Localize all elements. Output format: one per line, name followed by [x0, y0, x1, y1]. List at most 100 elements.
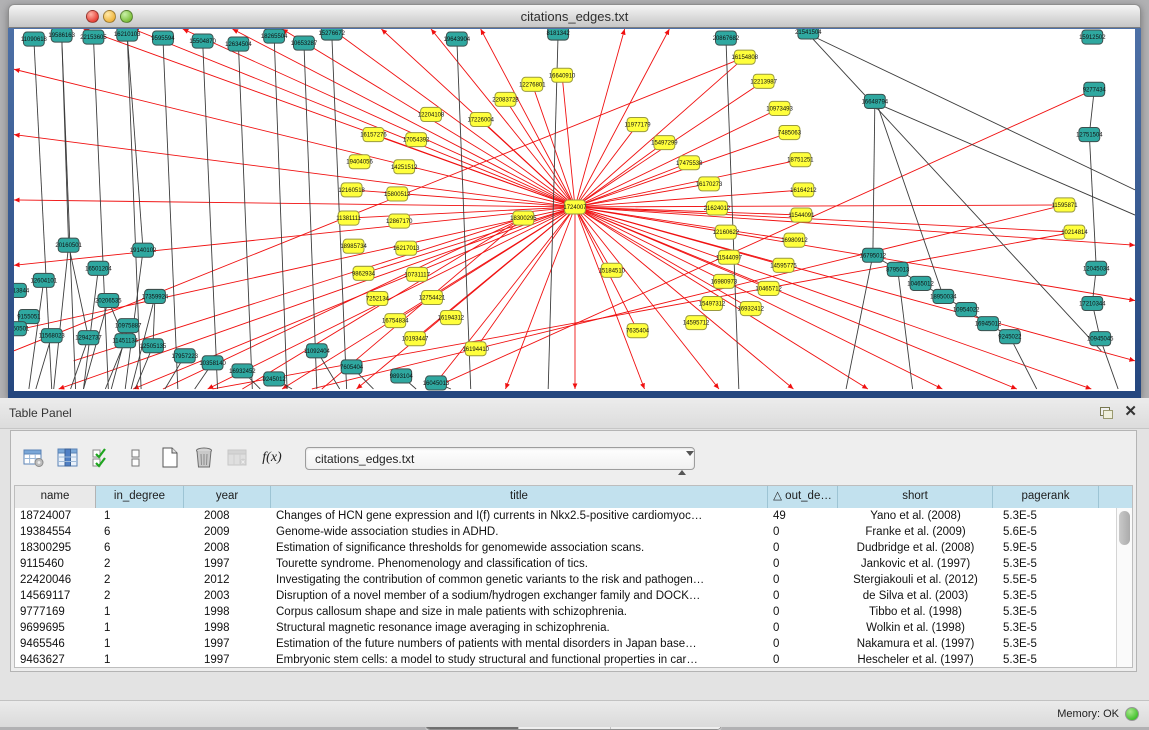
graph-node[interactable]: 15497312	[699, 296, 726, 310]
column-header-pagerank[interactable]: pagerank	[993, 486, 1099, 508]
window-titlebar[interactable]: citations_edges.txt	[8, 4, 1141, 28]
graph-node[interactable]: 10193447	[402, 332, 429, 346]
graph-node[interactable]: 12754421	[419, 290, 446, 304]
graph-node[interactable]: 9277434	[1083, 82, 1107, 96]
graph-node[interactable]: 16217013	[393, 241, 420, 255]
table-vertical-scrollbar[interactable]	[1116, 508, 1132, 667]
graph-node[interactable]: 17359924	[142, 289, 169, 303]
graph-node[interactable]: 18985734	[340, 239, 367, 253]
graph-node[interactable]: 20160501	[55, 238, 82, 252]
graph-node[interactable]: 20913844	[14, 283, 30, 297]
show-columns-icon[interactable]	[53, 443, 83, 473]
graph-node[interactable]: 12942737	[75, 331, 102, 345]
graph-node[interactable]: 16170273	[696, 177, 723, 191]
delete-column-icon[interactable]	[189, 443, 219, 473]
close-panel-icon[interactable]: ✕	[1124, 404, 1137, 420]
function-builder-icon[interactable]: f(x)	[257, 443, 287, 473]
graph-node[interactable]: 12276801	[519, 77, 546, 91]
graph-node[interactable]: 17054392	[403, 133, 430, 147]
graph-node[interactable]: 12751504	[1076, 128, 1103, 142]
graph-node[interactable]: 21541504	[795, 29, 822, 39]
float-panel-icon[interactable]	[1100, 407, 1113, 419]
graph-node[interactable]: 11544097	[716, 250, 743, 264]
graph-node[interactable]: 11568023	[39, 329, 66, 343]
graph-node[interactable]: 12213987	[750, 74, 777, 88]
row-list-icon[interactable]	[121, 443, 151, 473]
column-header-title[interactable]: title	[271, 486, 768, 508]
column-header-name[interactable]: name	[15, 486, 96, 508]
graph-node[interactable]: 19586163	[48, 29, 75, 42]
graph-node[interactable]: 16157276	[360, 128, 387, 142]
graph-node[interactable]: 16045013	[423, 376, 450, 390]
graph-node[interactable]: 7485063	[778, 126, 802, 140]
graph-node[interactable]: 10945045	[1087, 332, 1114, 346]
graph-node[interactable]: 20206535	[95, 293, 122, 307]
graph-node[interactable]: 14595775	[770, 258, 797, 272]
graph-node[interactable]: 16945012	[975, 317, 1002, 331]
graph-node[interactable]: 16164212	[790, 183, 817, 197]
table-selector-dropdown[interactable]: citations_edges.txt	[305, 447, 695, 470]
graph-node[interactable]: 1724007	[563, 200, 587, 214]
column-header-year[interactable]: year	[184, 486, 271, 508]
column-header-short[interactable]: short	[838, 486, 993, 508]
table-row[interactable]: 1872400712008Changes of HCN gene express…	[15, 508, 1116, 524]
graph-node[interactable]: 10954022	[953, 303, 980, 317]
graph-node[interactable]: 11451134	[112, 334, 138, 348]
table-row[interactable]: 1938455462009Genome-wide association stu…	[15, 524, 1116, 540]
graph-node[interactable]: 18300295	[510, 211, 537, 225]
graph-node[interactable]: 7605404	[340, 360, 364, 374]
graph-node[interactable]: 12867170	[386, 214, 413, 228]
graph-node[interactable]: 21624012	[704, 201, 731, 215]
graph-node[interactable]: 10731117	[404, 267, 430, 281]
table-row[interactable]: 2242004622012Investigating the contribut…	[15, 572, 1116, 588]
graph-node[interactable]: 9245012	[263, 372, 287, 386]
graph-node[interactable]: 12634504	[225, 37, 252, 51]
graph-node[interactable]: 16980912	[781, 233, 808, 247]
graph-node[interactable]: 9893104	[390, 369, 414, 383]
graph-node[interactable]: 10214814	[1061, 225, 1088, 239]
graph-node[interactable]: 14595712	[683, 316, 710, 330]
table-row[interactable]: 1830029562008Estimation of significance …	[15, 540, 1116, 556]
column-header-out_de[interactable]: △ out_de…	[768, 486, 838, 508]
graph-node[interactable]: 7635404	[626, 324, 650, 338]
graph-node[interactable]: 8181342	[547, 29, 571, 40]
graph-node[interactable]: 16154808	[732, 50, 759, 64]
graph-node[interactable]: 22083728	[492, 92, 519, 106]
graph-node[interactable]: 15184510	[598, 263, 625, 277]
graph-node[interactable]: 12505135	[140, 339, 167, 353]
graph-node[interactable]: 9595594	[151, 31, 175, 45]
scrollbar-thumb[interactable]	[1119, 511, 1130, 545]
graph-node[interactable]: 9245022	[998, 330, 1022, 344]
table-row[interactable]: 1456911722003Disruption of a novel membe…	[15, 588, 1116, 604]
memory-status-indicator[interactable]	[1125, 707, 1139, 721]
table-settings-icon[interactable]	[19, 443, 49, 473]
graph-node[interactable]: 17210344	[1079, 296, 1106, 310]
graph-node[interactable]: 16795012	[860, 248, 887, 262]
network-canvas[interactable]: 1109061819586163221536051621010395955941…	[14, 29, 1135, 391]
graph-node[interactable]: 18265504	[261, 29, 288, 43]
graph-node[interactable]: 9862934	[352, 266, 376, 280]
graph-node[interactable]: 11977179	[625, 117, 652, 131]
graph-node[interactable]: 10465712	[755, 281, 782, 295]
graph-node[interactable]: 20867682	[713, 31, 740, 45]
graph-node[interactable]: 16932412	[738, 302, 765, 316]
graph-node[interactable]: 18950034	[930, 289, 957, 303]
graph-node[interactable]: 12045034	[1083, 261, 1110, 275]
table-row[interactable]: 911546021997Tourette syndrome. Phenomeno…	[15, 556, 1116, 572]
graph-node[interactable]: 11544091	[788, 208, 815, 222]
graph-node[interactable]: 16640910	[549, 68, 576, 82]
graph-node[interactable]: 15276672	[318, 29, 345, 40]
graph-node[interactable]: 12160518	[338, 183, 365, 197]
graph-node[interactable]: 17957223	[172, 349, 199, 363]
graph-node[interactable]: 10653287	[291, 36, 318, 50]
graph-node[interactable]: 16932452	[229, 364, 256, 378]
table-row[interactable]: 969969511998Structural magnetic resonanc…	[15, 620, 1116, 636]
graph-node[interactable]: 15497299	[651, 136, 678, 150]
graph-node[interactable]: 17475538	[676, 156, 703, 170]
graph-node[interactable]: 16194410	[462, 342, 489, 356]
graph-node[interactable]: 16648794	[862, 94, 889, 108]
select-rows-icon[interactable]	[87, 443, 117, 473]
graph-node[interactable]: 12604101	[31, 273, 58, 287]
graph-node[interactable]: 10975887	[115, 319, 142, 333]
graph-node[interactable]: 16754834	[382, 314, 409, 328]
